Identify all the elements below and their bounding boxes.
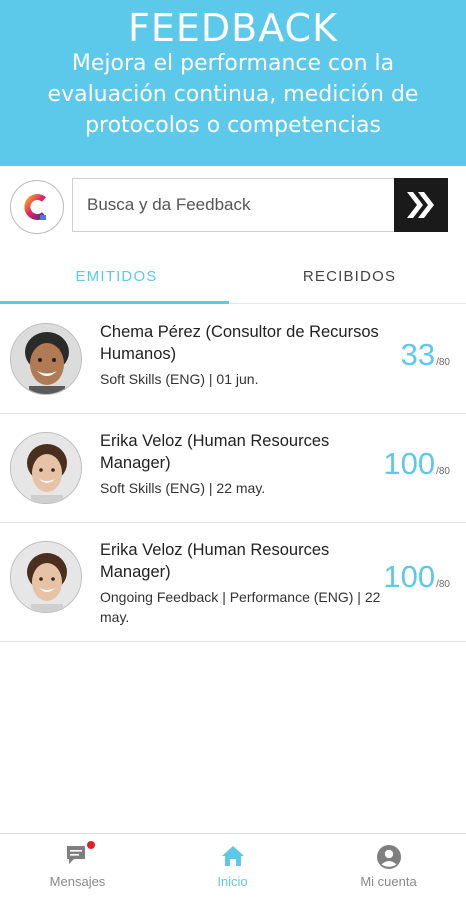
score-value: 100	[383, 446, 436, 481]
item-name: Erika Veloz (Human Resources Manager)	[100, 432, 330, 472]
item-text: Erika Veloz (Human Resources Manager) So…	[100, 430, 400, 498]
nav-inicio[interactable]: Inicio	[155, 834, 310, 900]
score-value: 100	[383, 559, 436, 594]
score: 33/80	[401, 337, 450, 373]
nav-label: Mi cuenta	[360, 874, 417, 889]
item-name: Erika Veloz (Human Resources Manager)	[100, 541, 330, 581]
double-chevron-right-icon	[407, 192, 434, 218]
search-input[interactable]	[73, 179, 395, 231]
nav-mensajes[interactable]: Mensajes	[0, 834, 155, 900]
search-row	[0, 178, 466, 234]
item-text: Chema Pérez (Consultor de Recursos Human…	[100, 321, 400, 389]
active-tab-indicator	[0, 301, 229, 304]
page-title: FEEDBACK	[128, 6, 338, 50]
list-item[interactable]: Chema Pérez (Consultor de Recursos Human…	[0, 305, 466, 414]
item-meta: Ongoing Feedback | Performance (ENG) | 2…	[100, 589, 381, 625]
avatar	[10, 323, 82, 395]
search-box	[72, 178, 448, 232]
item-meta: Soft Skills (ENG) | 01 jun.	[100, 371, 259, 387]
tab-recibidos[interactable]: RECIBIDOS	[233, 252, 466, 304]
nav-mi-cuenta[interactable]: Mi cuenta	[311, 834, 466, 900]
item-meta: Soft Skills (ENG) | 22 may.	[100, 480, 266, 496]
bottom-nav: Mensajes Inicio Mi cuenta	[0, 833, 466, 900]
notification-badge	[86, 841, 95, 849]
feedback-list: Chema Pérez (Consultor de Recursos Human…	[0, 305, 466, 642]
account-icon	[376, 844, 402, 875]
nav-label: Mensajes	[49, 874, 106, 889]
tab-bar: EMITIDOS RECIBIDOS	[0, 252, 466, 304]
header-banner: FEEDBACK Mejora el performance con la ev…	[0, 0, 466, 166]
home-icon	[220, 844, 246, 873]
item-text: Erika Veloz (Human Resources Manager) On…	[100, 539, 400, 627]
avatar	[10, 541, 82, 613]
score: 100/80	[383, 446, 450, 482]
chat-icon	[65, 841, 95, 873]
avatar	[10, 432, 82, 504]
score-value: 33	[400, 337, 436, 372]
list-item[interactable]: Erika Veloz (Human Resources Manager) On…	[0, 523, 466, 642]
tab-emitidos[interactable]: EMITIDOS	[0, 252, 233, 304]
page-subtitle: Mejora el performance con la evaluación …	[47, 51, 419, 138]
c-logo-icon[interactable]	[10, 180, 64, 234]
score-max: /80	[436, 466, 450, 477]
score-max: /80	[436, 579, 450, 590]
nav-label: Inicio	[217, 874, 248, 889]
search-go-button[interactable]	[394, 178, 448, 232]
item-name: Chema Pérez (Consultor de Recursos Human…	[100, 323, 379, 363]
score-max: /80	[436, 357, 450, 368]
score: 100/80	[383, 559, 450, 595]
list-item[interactable]: Erika Veloz (Human Resources Manager) So…	[0, 414, 466, 523]
